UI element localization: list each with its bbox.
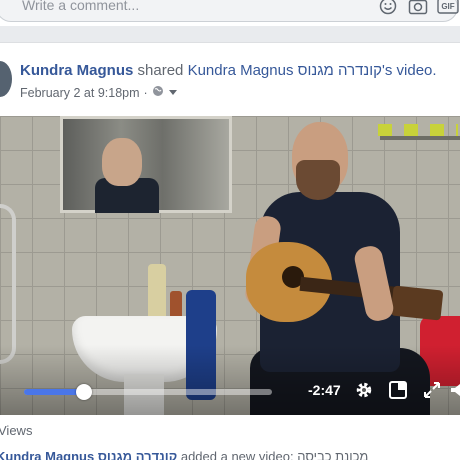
man-beard [296,160,340,200]
shelf-strip [380,136,460,140]
progress-scrubber[interactable] [75,384,92,400]
shelf-clips [378,124,458,136]
progress-bar[interactable] [24,384,272,400]
towel-rail [0,204,16,364]
gif-label: GIF [441,1,455,11]
feed-gap [0,26,460,42]
source-link[interactable]: Kundra Magnus קונדרה מגנוס [188,62,382,79]
source-suffix[interactable]: 's video. [382,62,437,79]
video-player[interactable]: -2:47 [0,116,460,415]
globe-icon[interactable] [152,85,164,100]
meta-separator: · [143,85,148,100]
mini-player-icon[interactable] [386,378,410,402]
audience-dropdown-icon[interactable] [168,86,178,100]
post-card: Kundra Magnus shared Kundra Magnus קונדר… [0,42,460,460]
post-meta: February 2 at 9:18pm · [20,85,178,100]
emoji-icon[interactable] [378,0,398,16]
timestamp-link[interactable]: February 2 at 9:18pm [20,86,140,100]
next-action-text: added a new video: מכונת כביסה [180,449,369,460]
comment-placeholder[interactable]: Write a comment... [22,0,139,13]
author-link[interactable]: Kundra Magnus [20,62,133,79]
guitar-headstock [390,285,444,321]
comment-bar: Write a comment... GIF [0,0,460,26]
views-count: Views [0,423,33,438]
shared-text: shared [137,62,184,79]
next-post-header: Kundra Magnus קונדרה מגנוס added a new v… [0,449,368,460]
fullscreen-icon[interactable] [420,378,444,402]
post-header: Kundra Magnus shared Kundra Magnus קונדר… [20,62,437,79]
gif-icon[interactable]: GIF [437,0,459,16]
settings-icon[interactable] [352,378,376,402]
reflection-head [102,138,142,186]
time-remaining: -2:47 [308,382,341,398]
camera-icon[interactable] [408,0,428,16]
avatar[interactable] [0,61,12,97]
soap-bottle [148,264,166,324]
next-author-link[interactable]: Kundra Magnus קונדרה מגנוס [0,449,177,460]
volume-icon[interactable] [446,378,460,402]
progress-fill [24,389,84,395]
